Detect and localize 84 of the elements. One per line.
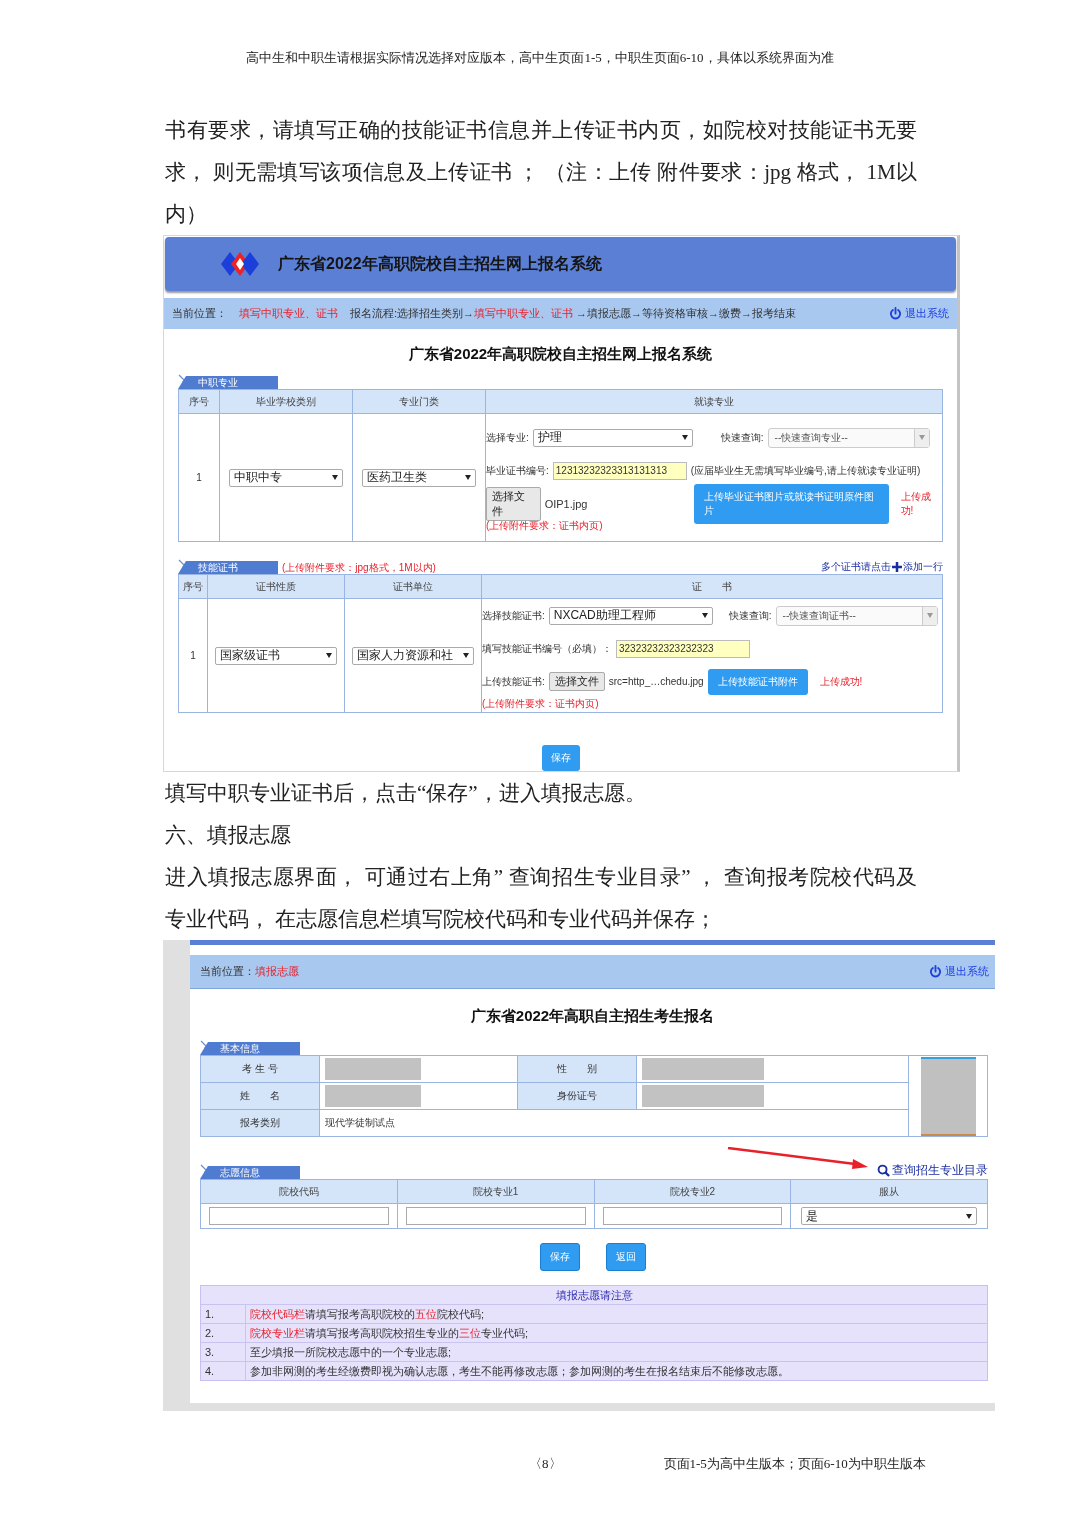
field-label: 填写技能证书编号（必填）： xyxy=(482,641,612,656)
file-name: OIP1.jpg xyxy=(544,497,589,510)
column-header: 专业门类 xyxy=(352,389,486,414)
table-cell: 1 xyxy=(178,413,220,542)
field-note: (应届毕业生无需填写毕业编号,请上传就读专业证明) xyxy=(690,463,921,478)
category-select[interactable]: 医药卫生类 xyxy=(362,468,476,487)
column-header: 毕业学校类别 xyxy=(219,389,353,414)
field-label: 报考类别 xyxy=(200,1109,320,1137)
upload-requirement: (上传附件要求：jpg格式，1M以内) xyxy=(282,562,436,574)
notice-text: 参加非网测的考生经缴费即视为确认志愿，考生不能再修改志愿；参加网测的考生在报名结束后不能修改志愿。 xyxy=(249,1364,789,1379)
upload-requirement: (上传附件要求：证书内页) xyxy=(486,520,603,532)
instruction-paragraph: 填写中职专业证书后，点击“保存”，进入填报志愿。 xyxy=(165,780,647,807)
field-label: 快速查询: xyxy=(720,430,764,445)
certificate-number-field[interactable]: 32323232323232323 xyxy=(616,639,750,658)
major-select[interactable]: 护理 xyxy=(532,428,693,447)
add-hint: 多个证书请点击 xyxy=(821,560,891,574)
column-header: 证书性质 xyxy=(207,574,345,599)
item-number: 2. xyxy=(201,1324,246,1342)
item-number: 1. xyxy=(201,1305,246,1323)
column-header: 证 书 xyxy=(481,574,943,599)
field-label: 选择专业: xyxy=(486,430,529,445)
notice-text: 院校代码栏请填写报考高职院校的五位院校代码; xyxy=(249,1307,485,1322)
notice-title: 填报志愿请注意 xyxy=(554,1288,634,1303)
upload-status: 上传成功! xyxy=(819,674,863,689)
field-label: 身份证号 xyxy=(517,1082,637,1110)
field-label: 性 别 xyxy=(517,1055,637,1083)
item-number: 4. xyxy=(201,1362,246,1380)
logout-link[interactable]: 退出系统 xyxy=(889,306,949,322)
catalog-link[interactable]: 查询招生专业目录 xyxy=(877,1162,988,1179)
location-label: 当前位置： xyxy=(172,306,227,322)
field-label: 快速查询: xyxy=(728,608,772,623)
current-location: 填写中职专业、证书 xyxy=(239,306,338,322)
field-label: 毕业证书编号: xyxy=(486,463,549,478)
search-icon xyxy=(877,1164,890,1177)
power-icon xyxy=(929,965,942,978)
choose-file-button[interactable]: 选择文件 xyxy=(486,486,541,521)
diamond-logo-icon xyxy=(220,251,260,278)
choose-file-button[interactable]: 选择文件 xyxy=(548,672,605,691)
app-title: 广东省2022年高职院校自主招生网上报名系统 xyxy=(278,253,602,274)
page-title: 广东省2022年高职院校自主招生网上报名系统 xyxy=(407,344,714,364)
upload-status: 上传成功! xyxy=(900,489,932,518)
column-header: 就读专业 xyxy=(485,389,943,414)
footer-note: 页面1-5为高中生版本；页面6-10为中职生版本 xyxy=(663,1455,926,1473)
upload-requirement: (上传附件要求：证书内页) xyxy=(482,698,599,710)
input-field[interactable] xyxy=(209,1207,389,1225)
column-header: 证书单位 xyxy=(344,574,482,599)
power-icon xyxy=(889,307,902,321)
field-label: 考 生 号 xyxy=(200,1055,320,1083)
instruction-paragraph: 六、填报志愿 xyxy=(165,822,292,849)
field-label: 上传技能证书: xyxy=(482,674,545,689)
school-type-select[interactable]: 中职中专 xyxy=(229,468,343,487)
input-field[interactable] xyxy=(405,1207,586,1225)
notice-text: 院校专业栏请填写报考高职院校招生专业的三位专业代码; xyxy=(249,1326,529,1341)
quick-search-dropdown[interactable]: --快速查询证书-- xyxy=(775,605,938,626)
certificate-number-field[interactable]: 12313232323313131313 xyxy=(552,461,687,480)
issuer-select[interactable]: 国家人力资源和社 xyxy=(352,646,474,665)
table-cell: 1 xyxy=(178,598,208,713)
column-header: 院校专业1 xyxy=(397,1179,594,1204)
column-header: 序号 xyxy=(178,574,208,599)
certificate-select[interactable]: NXCAD助理工程师 xyxy=(548,606,713,625)
input-field[interactable] xyxy=(602,1207,783,1225)
column-header: 院校代码 xyxy=(200,1179,398,1204)
column-header: 序号 xyxy=(178,389,220,414)
current-location: 填报志愿 xyxy=(255,965,299,977)
file-name: src=http_…chedu.jpg xyxy=(608,676,704,687)
field-label: 选择技能证书: xyxy=(482,608,545,623)
instruction-paragraph: 书有要求，请填写正确的技能证书信息并上传证书内页，如院校对技能证书无要求， 则无需填写该项信息及上传证书 ； （注：上传 附件要求：jpg 格式， 1M以内） xyxy=(165,117,917,228)
header-note: 高中生和中职生请根据实际情况选择对应版本，高中生页面1-5，中职生页面6-10，具体以系统界面为准 xyxy=(245,50,835,66)
item-number: 3. xyxy=(201,1343,246,1361)
obey-select[interactable]: 是 xyxy=(801,1207,977,1225)
quick-search-dropdown[interactable]: --快速查询专业-- xyxy=(767,427,930,448)
plus-icon xyxy=(892,562,902,572)
page-title: 广东省2022年高职自主招生考生报名 xyxy=(469,1006,716,1026)
field-label: 姓 名 xyxy=(200,1082,320,1110)
add-row-link[interactable]: 添加一行 xyxy=(903,560,943,574)
location-label: 当前位置： xyxy=(200,965,255,977)
process-flow: 报名流程:选择招生类别→填写中职专业、证书 →填报志愿→等待资格审核→缴费→报考结束 xyxy=(350,306,797,322)
column-header: 服从 xyxy=(790,1179,988,1204)
column-header: 院校专业2 xyxy=(594,1179,791,1204)
page-number: 〈8〉 xyxy=(529,1455,562,1473)
certificate-type-select[interactable]: 国家级证书 xyxy=(215,646,337,665)
logout-link[interactable]: 退出系统 xyxy=(929,964,989,979)
instruction-paragraph: 进入填报志愿界面， 可通过右上角” 查询招生专业目录” ， 查询报考院校代码及专业代码， 在志愿信息栏填写院校代码和专业代码并保存； xyxy=(165,864,917,933)
notice-text: 至少填报一所院校志愿中的一个专业志愿; xyxy=(249,1345,452,1360)
